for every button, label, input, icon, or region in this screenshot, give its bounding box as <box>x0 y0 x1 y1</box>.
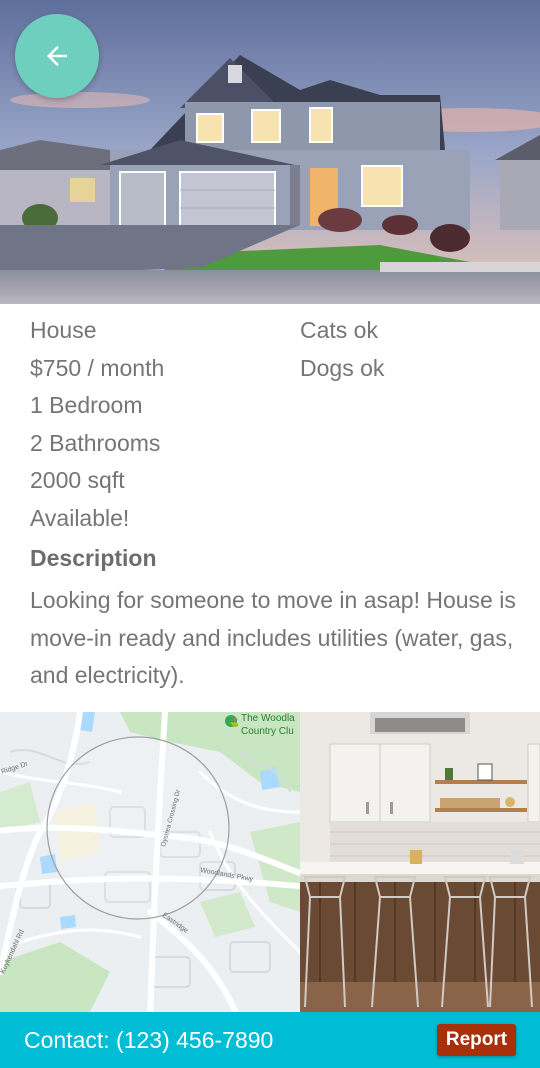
property-type: House <box>30 317 97 343</box>
pet-policy: Cats ok Dogs ok <box>300 312 510 387</box>
location-map[interactable]: ⛳ The Woodla Country Clu Ridge Dr Oystre… <box>0 712 300 1012</box>
contact-phone-link[interactable]: Contact: (123) 456-7890 <box>24 1027 273 1054</box>
map-poi-label-2: Country Clu <box>241 726 294 737</box>
bedrooms: 1 Bedroom <box>30 392 143 419</box>
description-body: Looking for someone to move in asap! Hou… <box>30 587 516 688</box>
back-button[interactable] <box>15 14 99 98</box>
price: $750 / month <box>30 354 165 381</box>
svg-text:⛳: ⛳ <box>229 717 239 727</box>
map-poi-label: The Woodla <box>241 713 295 724</box>
bathrooms: 2 Bathrooms <box>30 429 161 456</box>
description-title: Description <box>30 545 157 571</box>
arrow-left-icon <box>47 46 67 66</box>
pet-dogs: Dogs ok <box>300 354 385 381</box>
listing-specs: House $750 / month 1 Bedroom 2 Bathrooms… <box>30 312 290 538</box>
area: 2000 sqft <box>30 467 125 494</box>
contact-bar: Contact: (123) 456-7890 Report <box>0 1012 540 1068</box>
availability: Available! <box>30 504 130 531</box>
kitchen-photo[interactable] <box>300 712 540 1012</box>
report-button[interactable]: Report <box>437 1024 516 1056</box>
pet-cats: Cats ok <box>300 317 378 343</box>
